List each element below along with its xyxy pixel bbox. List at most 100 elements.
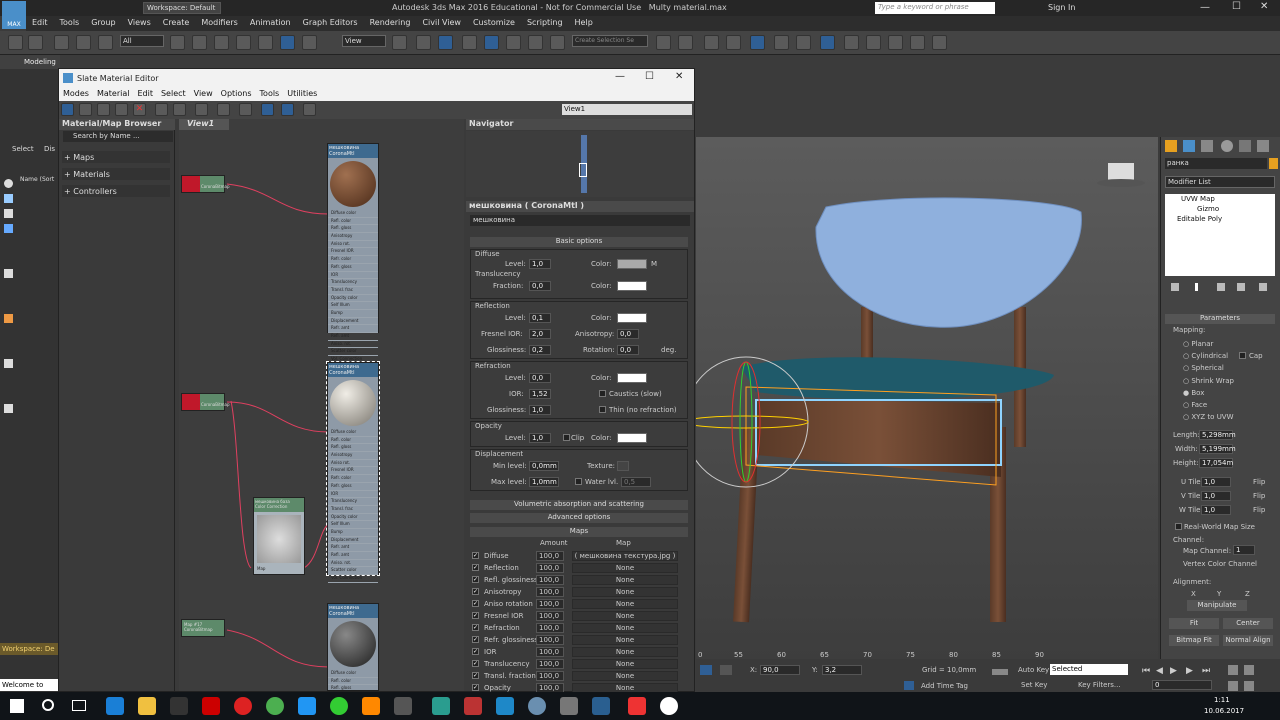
node-slot[interactable]: Opacity color <box>328 514 378 522</box>
scene-explorer-icon[interactable] <box>704 35 719 50</box>
layer-explorer-icon[interactable] <box>726 35 741 50</box>
percent-snap-icon[interactable] <box>506 35 521 50</box>
diffuse-map-button[interactable]: M <box>651 260 657 268</box>
stack-item-editable-poly[interactable]: Editable Poly <box>1165 214 1275 224</box>
sme-close-button[interactable]: ✕ <box>675 71 683 82</box>
orbit-icon[interactable] <box>1244 681 1254 691</box>
node-slot[interactable]: Scatter color <box>328 348 378 357</box>
select-manipulate-icon[interactable] <box>416 35 431 50</box>
minimize-button[interactable]: — <box>1200 2 1210 13</box>
map-slot-button[interactable]: None <box>572 659 678 669</box>
filter-icon[interactable] <box>4 194 13 203</box>
frame-input[interactable]: 0 <box>1152 680 1212 690</box>
lock-selection-icon[interactable] <box>700 665 712 675</box>
node-slot[interactable]: Translucency <box>328 498 378 506</box>
bind-icon[interactable] <box>98 35 113 50</box>
maxscript-listener[interactable]: Welcome to <box>0 679 58 691</box>
width-input[interactable]: 5,199mm <box>1199 444 1236 454</box>
node-slot[interactable]: Refr. amt <box>328 325 378 333</box>
search-input[interactable]: Type a keyword or phrase <box>875 2 995 14</box>
select-by-name-icon[interactable] <box>192 35 207 50</box>
thin-checkbox[interactable] <box>599 406 606 413</box>
window-crossing-icon[interactable] <box>236 35 251 50</box>
modifier-list-dropdown[interactable]: Modifier List <box>1165 176 1275 188</box>
utilities-tab-icon[interactable] <box>1257 140 1269 152</box>
fit-button[interactable]: Fit <box>1169 618 1219 629</box>
map-enabled-checkbox[interactable]: ✓ <box>472 624 479 631</box>
windows-start-icon[interactable] <box>10 699 24 713</box>
store-icon[interactable] <box>170 697 188 715</box>
map-amount-input[interactable]: 100,0 <box>536 635 564 645</box>
normal-align-button[interactable]: Normal Align <box>1223 635 1273 646</box>
node-slot[interactable]: Transl. frac <box>328 287 378 295</box>
pin-stack-icon[interactable] <box>1171 283 1179 291</box>
pick-material-icon[interactable] <box>79 103 92 116</box>
node-slot[interactable]: Refl. amt <box>328 333 378 341</box>
map-slot-button[interactable]: None <box>572 575 678 585</box>
refr-glossiness-input[interactable]: 1,0 <box>529 405 551 415</box>
maximize-button[interactable]: ☐ <box>1232 1 1241 12</box>
map-enabled-checkbox[interactable]: ✓ <box>472 684 479 691</box>
sme-menu-modes[interactable]: Modes <box>59 87 93 98</box>
key-mode-dropdown[interactable]: Selected <box>1050 664 1128 675</box>
cap-checkbox[interactable] <box>1239 352 1246 359</box>
pan-icon[interactable] <box>1228 681 1238 691</box>
mapping-option[interactable]: ○ Cylindrical <box>1183 352 1228 360</box>
node-slot[interactable]: Bump <box>328 529 378 537</box>
sme-menu-edit[interactable]: Edit <box>133 87 157 98</box>
node-slot[interactable]: Translucency <box>328 279 378 287</box>
map-enabled-checkbox[interactable]: ✓ <box>472 588 479 595</box>
reset-map-icon[interactable] <box>115 103 128 116</box>
browser-group-controllers[interactable]: + Controllers <box>62 185 170 197</box>
map-enabled-checkbox[interactable]: ✓ <box>472 552 479 559</box>
texture-map-button[interactable] <box>617 461 629 471</box>
map-enabled-checkbox[interactable]: ✓ <box>472 648 479 655</box>
node-slot[interactable]: Diffuse color <box>328 210 378 218</box>
center-button[interactable]: Center <box>1223 618 1273 629</box>
node-slot[interactable]: Anisotropy <box>328 233 378 241</box>
zoom-icon[interactable] <box>1228 665 1238 675</box>
map-slot-button[interactable]: None <box>572 611 678 621</box>
mapping-option[interactable]: ○ Face <box>1183 401 1207 409</box>
map-enabled-checkbox[interactable]: ✓ <box>472 636 479 643</box>
bitmap-node-3[interactable]: Map #17 CoronaBitmap <box>181 619 225 637</box>
angle-snap-icon[interactable] <box>484 35 499 50</box>
rendered-frame-icon[interactable] <box>866 35 881 50</box>
mapping-option[interactable]: ○ Spherical <box>1183 364 1224 372</box>
height-input[interactable]: 17,054m <box>1199 458 1233 468</box>
sme-maximize-button[interactable]: ☐ <box>645 71 654 82</box>
sme-menu-view[interactable]: View <box>190 87 217 98</box>
water-level-checkbox[interactable] <box>575 478 582 485</box>
name-sort-header[interactable]: Name (Sort <box>20 176 54 183</box>
menu-help[interactable]: Help <box>569 16 599 27</box>
display-tab-icon[interactable] <box>1239 140 1251 152</box>
ior-input[interactable]: 1,52 <box>529 389 551 399</box>
node-slot[interactable]: Bump <box>328 310 378 318</box>
bitmap-node-1[interactable]: CoronaBitmap <box>181 175 230 193</box>
mapping-option[interactable]: ○ Shrink Wrap <box>1183 377 1234 385</box>
menu-tools[interactable]: Tools <box>54 16 86 27</box>
anisotropy-input[interactable]: 0,0 <box>617 329 639 339</box>
chrome-icon[interactable] <box>266 697 284 715</box>
keyboard-shortcut-icon[interactable] <box>438 35 453 50</box>
workspace-selector[interactable]: Workspace: De <box>0 643 58 655</box>
time-tag-icon[interactable] <box>904 681 914 690</box>
map-amount-input[interactable]: 100,0 <box>536 551 564 561</box>
y-coord-input[interactable]: 3,2 <box>822 665 862 675</box>
stack-item-gizmo[interactable]: Gizmo <box>1165 204 1275 214</box>
map-slot-button[interactable]: None <box>572 623 678 633</box>
refl-level-input[interactable]: 0,1 <box>529 313 551 323</box>
node-slot[interactable]: Self Illum <box>328 521 378 529</box>
select-icon[interactable] <box>170 35 185 50</box>
node-slot[interactable]: Displacement <box>328 318 378 326</box>
rect-select-icon[interactable] <box>214 35 229 50</box>
prev-frame-icon[interactable]: ◀ <box>1156 666 1163 676</box>
menu-graph-editors[interactable]: Graph Editors <box>297 16 364 27</box>
parameter-editor-toggle-icon[interactable] <box>303 103 316 116</box>
node-slot[interactable]: Opacity color <box>328 295 378 303</box>
app-icon-1[interactable] <box>362 697 380 715</box>
node-slot[interactable]: Transl. frac <box>328 506 378 514</box>
map-enabled-checkbox[interactable]: ✓ <box>472 600 479 607</box>
opacity-color-swatch[interactable] <box>617 433 647 443</box>
view-dropdown[interactable]: View1 <box>562 104 692 115</box>
